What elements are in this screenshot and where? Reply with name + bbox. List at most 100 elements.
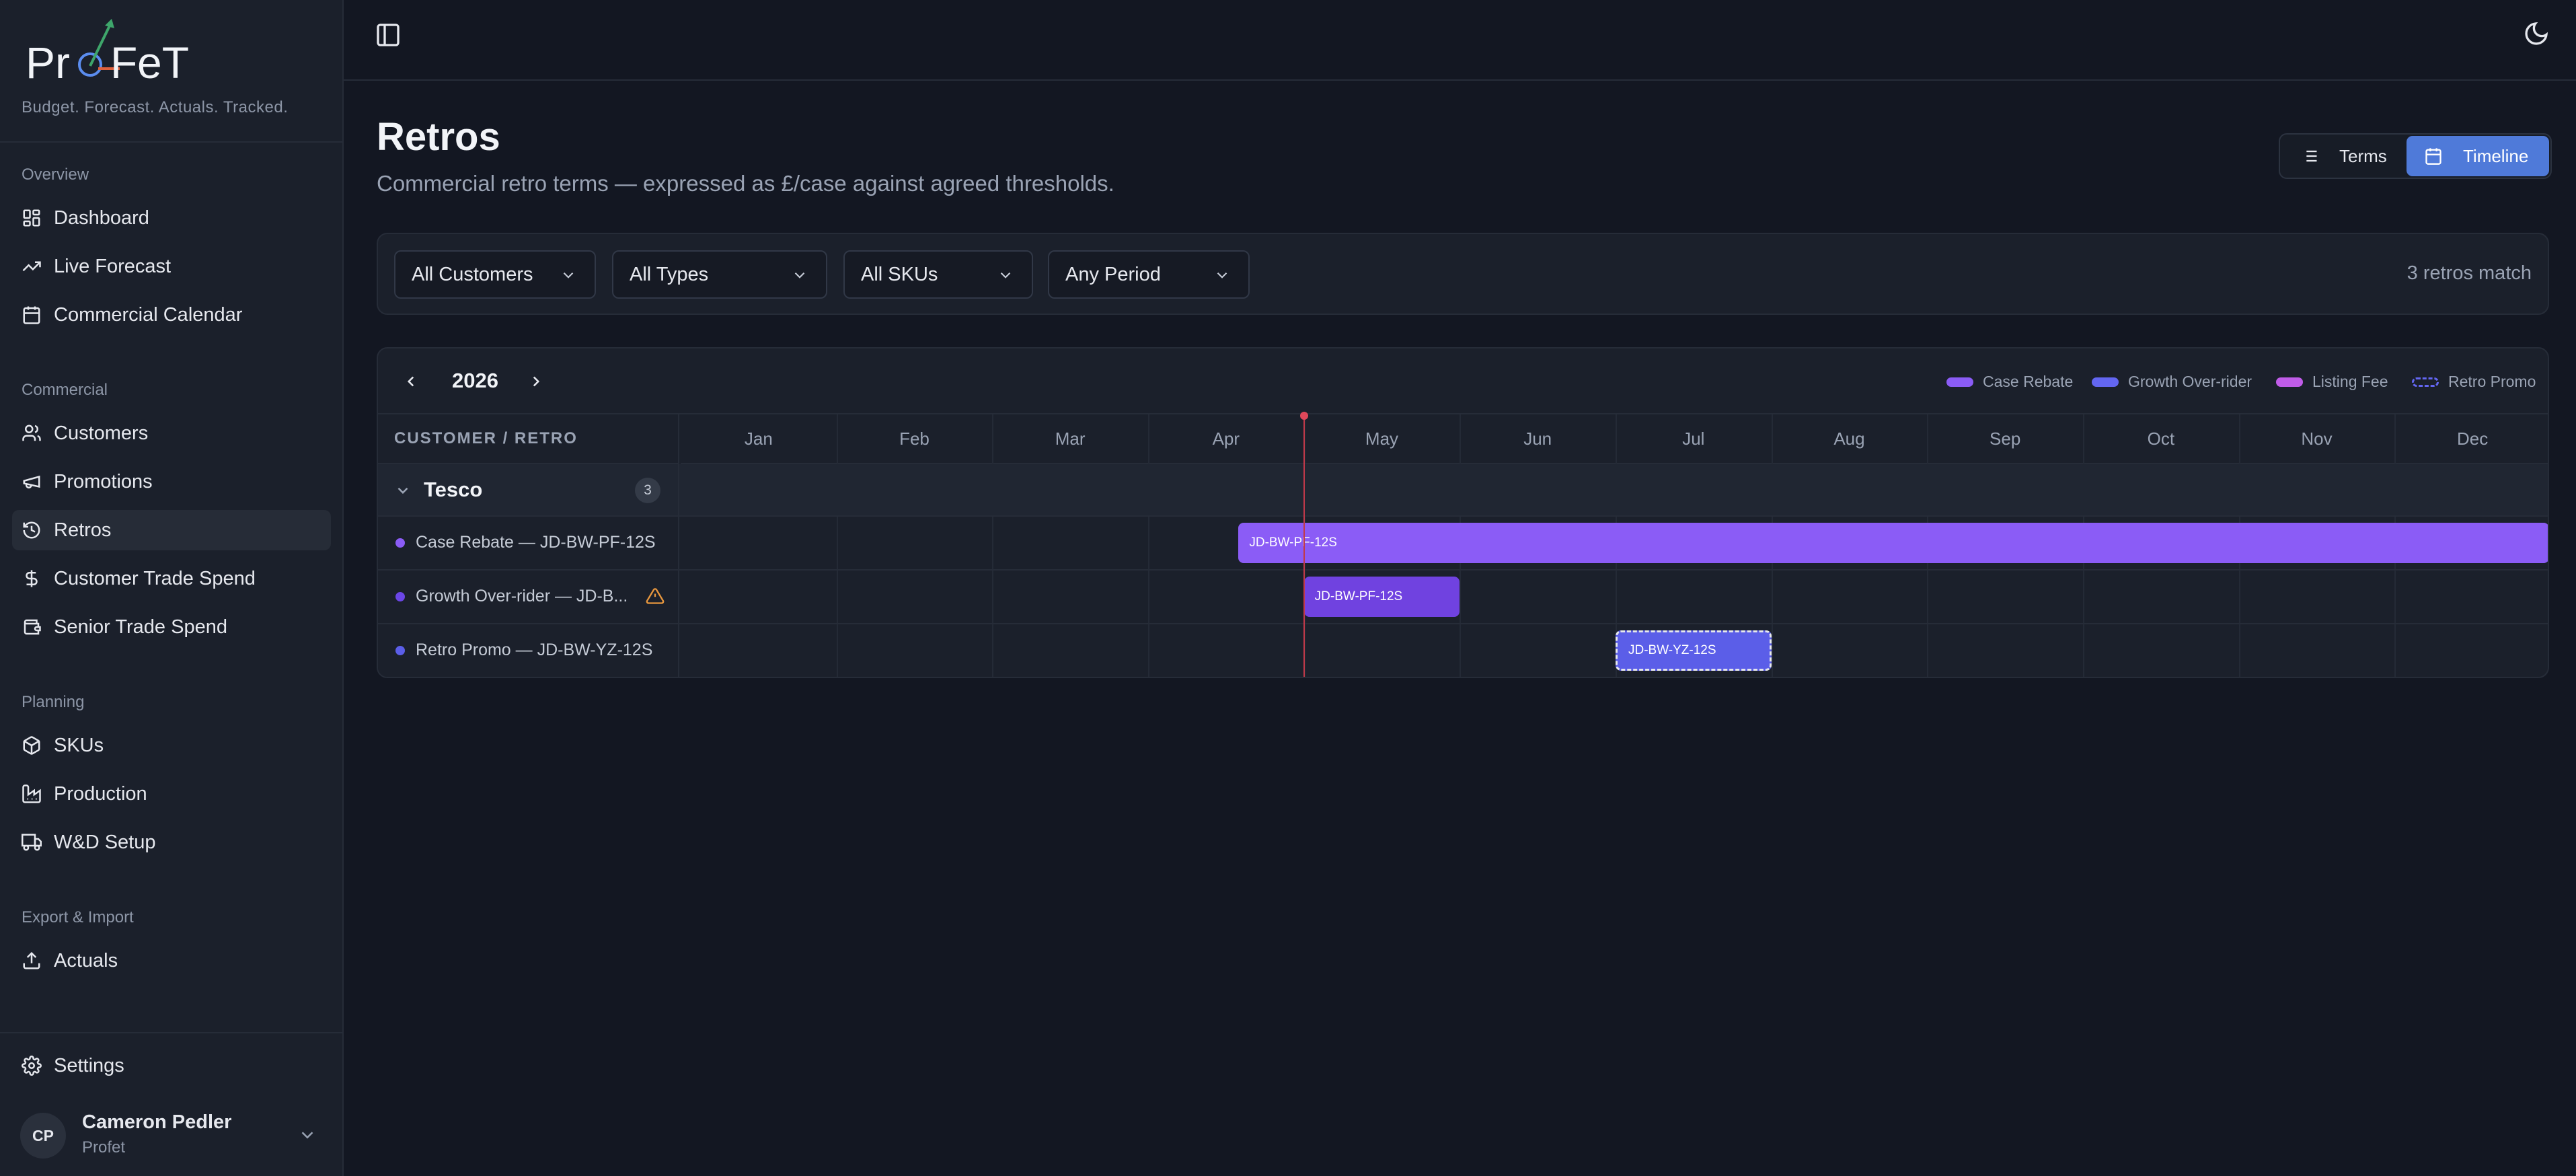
chevron-down-icon xyxy=(301,1132,313,1139)
section-title-export-import: Export & Import xyxy=(22,908,134,926)
calendar-icon xyxy=(2425,148,2441,165)
sidebar-item-label: Production xyxy=(54,782,147,805)
month-header-aug: Aug xyxy=(1771,414,1928,464)
chevron-right-icon[interactable] xyxy=(527,373,545,390)
retro-timeline: 2026 Case Rebate Growth Over-rider Listi… xyxy=(377,347,2549,678)
legend-swatch xyxy=(1946,377,1973,387)
group-count-badge: 3 xyxy=(635,478,660,503)
svg-text:Pr: Pr xyxy=(26,38,70,86)
sidebar-item-label: Settings xyxy=(54,1054,124,1076)
dollar-icon xyxy=(26,570,38,587)
sidebar-item-settings[interactable]: Settings xyxy=(12,1045,331,1086)
truck-icon xyxy=(22,834,42,851)
retro-bar[interactable]: JD-BW-PF-12S xyxy=(1238,523,2548,563)
month-header-may: May xyxy=(1303,414,1460,464)
group-row-tesco: Tesco 3 xyxy=(378,464,2548,517)
retro-label: Retro Promo — JD-BW-YZ-12S xyxy=(416,640,653,659)
retro-type-dot xyxy=(395,538,405,548)
month-header-mar: Mar xyxy=(992,414,1148,464)
sidebar-item-promotions[interactable]: Promotions xyxy=(12,462,331,502)
page-subtitle: Commercial retro terms — expressed as £/… xyxy=(377,171,1114,196)
legend-label: Listing Fee xyxy=(2312,373,2388,390)
chevron-down-icon xyxy=(1000,272,1011,279)
terms-view-button[interactable]: Terms xyxy=(2284,136,2407,176)
sidebar-item-label: Customer Trade Spend xyxy=(54,567,256,589)
sidebar-item-label: Promotions xyxy=(54,470,153,492)
legend-retro-promo: Retro Promo xyxy=(2412,373,2536,391)
sidebar-item-retros[interactable]: Retros xyxy=(12,510,331,550)
retro-row-label-cell[interactable]: Case Rebate — JD-BW-PF-12S xyxy=(378,517,679,569)
legend-growth-over-rider: Growth Over-rider xyxy=(2092,373,2252,391)
chevron-down-icon xyxy=(563,272,574,279)
sidebar-item-label: SKUs xyxy=(54,734,104,756)
legend-swatch xyxy=(2412,377,2439,387)
top-bar xyxy=(344,0,2576,81)
sku-filter-select[interactable]: All SKUs xyxy=(843,250,1033,299)
customer-filter-value: All Customers xyxy=(412,263,533,285)
chevron-down-icon xyxy=(397,487,408,494)
customer-retro-column-header: CUSTOMER / RETRO xyxy=(378,414,679,464)
today-marker-line xyxy=(1303,416,1305,677)
retro-row-label-cell[interactable]: Growth Over-rider — JD-B... xyxy=(378,571,679,623)
timeline-view-button[interactable]: Timeline xyxy=(2407,136,2549,176)
svg-text:F: F xyxy=(110,38,137,86)
retro-bar[interactable]: JD-BW-YZ-12S xyxy=(1616,630,1772,671)
sidebar-item-customers[interactable]: Customers xyxy=(12,413,331,453)
user-name: Cameron Pedler xyxy=(82,1111,232,1133)
retro-row: Retro Promo — JD-BW-YZ-12S xyxy=(378,624,2548,677)
chevron-down-icon xyxy=(1217,272,1227,279)
sidebar-item-wd-setup[interactable]: W&D Setup xyxy=(12,822,331,862)
svg-text:eT: eT xyxy=(137,38,189,86)
retro-label: Growth Over-rider — JD-B... xyxy=(416,587,628,605)
sidebar-item-commercial-calendar[interactable]: Commercial Calendar xyxy=(12,295,331,335)
sidebar-toggle-icon[interactable] xyxy=(375,22,402,48)
sidebar-item-skus[interactable]: SKUs xyxy=(12,725,331,766)
section-title-commercial: Commercial xyxy=(22,381,108,399)
year-label: 2026 xyxy=(452,369,498,392)
type-filter-value: All Types xyxy=(630,263,709,285)
retro-type-dot xyxy=(395,592,405,601)
month-header-jul: Jul xyxy=(1616,414,1772,464)
month-header-apr: Apr xyxy=(1148,414,1304,464)
warning-icon xyxy=(646,588,665,604)
sidebar-item-customer-trade-spend[interactable]: Customer Trade Spend xyxy=(12,558,331,599)
sidebar-item-actuals[interactable]: Actuals xyxy=(12,941,331,981)
customer-filter-select[interactable]: All Customers xyxy=(394,250,596,299)
group-toggle[interactable]: Tesco 3 xyxy=(378,464,679,515)
sidebar-item-label: Dashboard xyxy=(54,207,149,229)
legend-label: Case Rebate xyxy=(1983,373,2074,390)
moon-icon[interactable] xyxy=(2523,20,2550,47)
user-menu[interactable]: CP Cameron Pedler Profet xyxy=(20,1109,323,1160)
legend-label: Retro Promo xyxy=(2448,373,2536,390)
sidebar-item-live-forecast[interactable]: Live Forecast xyxy=(12,246,331,287)
timeline-header: 2026 Case Rebate Growth Over-rider Listi… xyxy=(378,348,2548,414)
app-logo[interactable]: Pr F eT xyxy=(26,16,200,87)
retro-row-label-cell[interactable]: Retro Promo — JD-BW-YZ-12S xyxy=(378,624,679,677)
period-filter-select[interactable]: Any Period xyxy=(1048,250,1250,299)
gear-icon xyxy=(22,1056,42,1076)
sidebar-item-dashboard[interactable]: Dashboard xyxy=(12,198,331,238)
trending-up-icon xyxy=(22,261,41,272)
sidebar-item-production[interactable]: Production xyxy=(12,774,331,814)
section-title-overview: Overview xyxy=(22,166,89,184)
month-header-oct: Oct xyxy=(2083,414,2239,464)
today-marker-dot xyxy=(1299,412,1308,420)
type-filter-select[interactable]: All Types xyxy=(612,250,827,299)
timeline-view-label: Timeline xyxy=(2463,145,2529,166)
section-title-planning: Planning xyxy=(22,693,85,711)
sidebar-item-label: Commercial Calendar xyxy=(54,303,243,326)
filter-bar: All Customers All Types All SKUs Any Per… xyxy=(377,233,2549,315)
month-header-feb: Feb xyxy=(836,414,993,464)
chevron-left-icon[interactable] xyxy=(402,373,420,390)
sidebar-divider xyxy=(0,141,344,143)
month-header-jun: Jun xyxy=(1460,414,1616,464)
retro-type-dot xyxy=(395,646,405,655)
period-filter-value: Any Period xyxy=(1065,263,1161,285)
upload-icon xyxy=(23,951,40,969)
match-count: 3 retros match xyxy=(2407,262,2532,284)
sidebar-item-senior-trade-spend[interactable]: Senior Trade Spend xyxy=(12,607,331,647)
legend-swatch xyxy=(2276,377,2303,387)
retro-bar[interactable]: JD-BW-PF-12S xyxy=(1303,577,1460,617)
sidebar-item-label: Live Forecast xyxy=(54,255,172,277)
calendar-icon xyxy=(23,306,40,324)
